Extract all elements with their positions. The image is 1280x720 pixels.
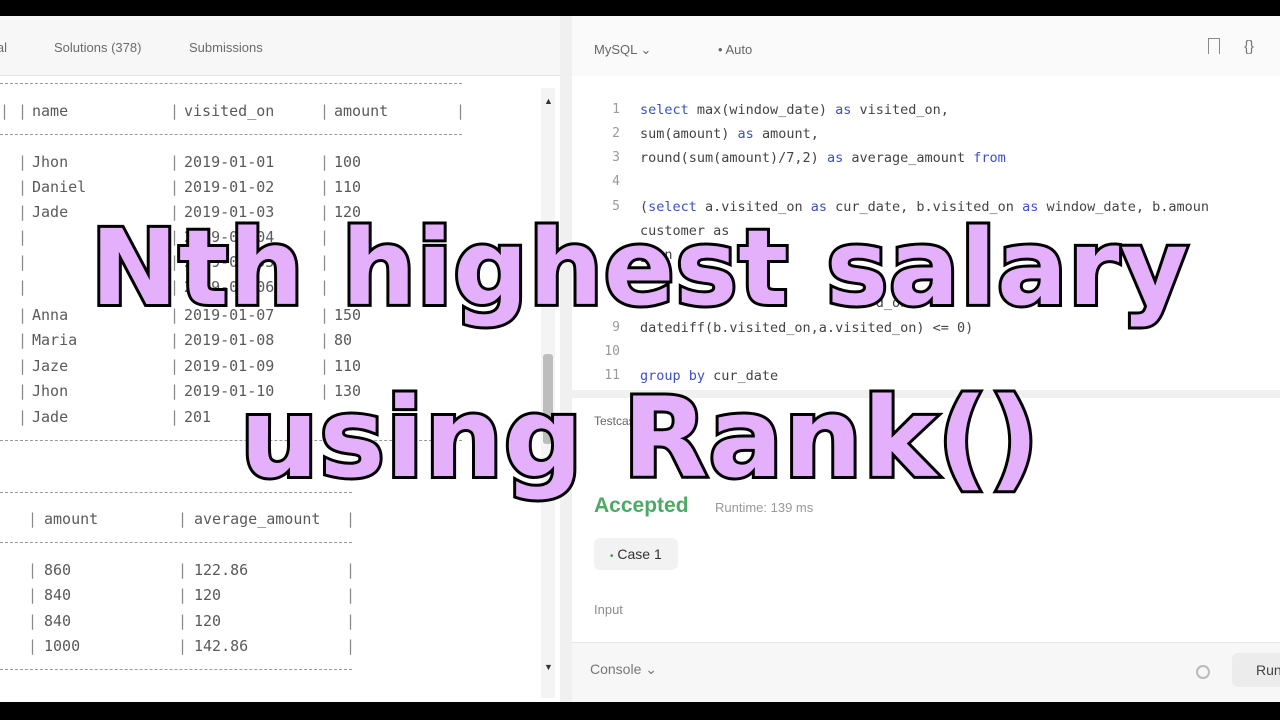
table-rule [0,83,462,84]
column-header: amount [44,510,99,528]
line-number: 2 [612,126,620,141]
table-rule [0,542,352,543]
table-border: | [0,102,10,120]
scroll-up-icon[interactable]: ▲ [544,96,553,106]
braces-icon[interactable]: {} [1244,38,1254,55]
column-header: amount [334,102,389,120]
column-header: average_amount [194,510,321,528]
description-panel: ial Solutions (378) Submissions | | name… [0,16,560,702]
table-border: | [178,510,188,528]
editor-panel: MySQL ⌄ • Auto {} 1 select max(window_da… [572,16,1280,702]
console-label: Console [590,661,642,677]
line-number: 3 [612,150,620,165]
screenshot-frame: ial Solutions (378) Submissions | | name… [0,16,1280,702]
table-rule [0,669,352,670]
tab-solutions[interactable]: Solutions (378) [54,40,141,55]
auto-mode-toggle[interactable]: • Auto [718,42,752,57]
settings-icon[interactable] [1196,665,1210,679]
line-number: 10 [604,344,620,359]
chevron-down-icon: ⌄ [640,42,652,57]
table-rule [0,134,462,135]
table-border: | [18,102,28,120]
line-number: 1 [612,102,620,117]
table-border: | [320,102,330,120]
column-header: name [32,102,69,120]
editor-toolbar: MySQL ⌄ • Auto {} [572,16,1280,76]
dot-icon: • [610,551,614,562]
auto-label: Auto [725,42,753,57]
code-line: round(sum(amount)/7,2) as average_amount… [640,150,1006,166]
table-border: | [346,510,356,528]
language-label: MySQL [594,42,637,57]
case-label: Case 1 [617,546,662,562]
tab-partial[interactable]: ial [0,40,7,55]
code-line: sum(amount) as amount, [640,126,819,142]
run-button[interactable]: Run [1232,653,1280,687]
runtime-text: Runtime: 139 ms [715,500,814,515]
table-border: | [170,102,180,120]
console-toggle[interactable]: Console ⌄ [590,661,657,678]
bookmark-icon[interactable] [1208,38,1220,54]
scroll-down-icon[interactable]: ▼ [544,662,553,672]
bottom-bar: Console ⌄ Run [572,642,1280,702]
code-line: select max(window_date) as visited_on, [640,102,949,118]
column-header: visited_on [184,102,275,120]
overlay-title-line2: using Rank() [237,374,1042,502]
table-border: | [456,102,466,120]
tab-submissions[interactable]: Submissions [189,40,263,55]
dot-icon: • [718,42,723,57]
case-1-button[interactable]: • Case 1 [594,538,678,570]
table-border: | [28,510,38,528]
overlay-title-line1: Nth highest salary [88,205,1192,331]
chevron-down-icon: ⌄ [645,661,657,677]
problem-tabbar: ial Solutions (378) Submissions [0,16,560,76]
language-select[interactable]: MySQL ⌄ [594,42,651,58]
input-label: Input [594,602,623,617]
line-number: 4 [612,174,620,189]
